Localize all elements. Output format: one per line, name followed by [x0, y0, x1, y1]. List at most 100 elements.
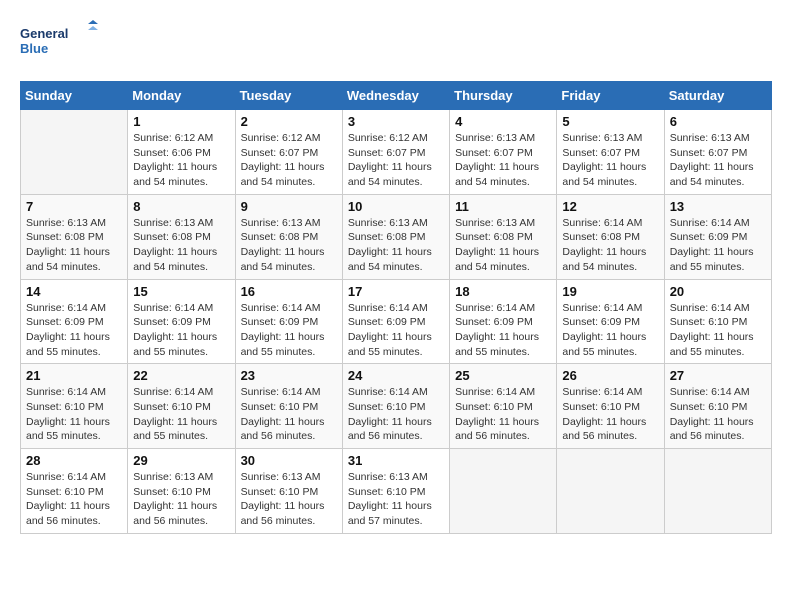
day-number: 25	[455, 368, 551, 383]
page-header: General Blue	[20, 20, 772, 65]
day-info: Sunrise: 6:14 AM Sunset: 6:09 PM Dayligh…	[133, 301, 229, 360]
weekday-header-thursday: Thursday	[450, 82, 557, 110]
day-info: Sunrise: 6:14 AM Sunset: 6:10 PM Dayligh…	[670, 301, 766, 360]
calendar-cell: 31 Sunrise: 6:13 AM Sunset: 6:10 PM Dayl…	[342, 449, 449, 534]
calendar-cell	[21, 110, 128, 195]
calendar-cell: 6 Sunrise: 6:13 AM Sunset: 6:07 PM Dayli…	[664, 110, 771, 195]
day-info: Sunrise: 6:14 AM Sunset: 6:09 PM Dayligh…	[26, 301, 122, 360]
day-info: Sunrise: 6:14 AM Sunset: 6:10 PM Dayligh…	[133, 385, 229, 444]
day-info: Sunrise: 6:13 AM Sunset: 6:08 PM Dayligh…	[26, 216, 122, 275]
svg-text:Blue: Blue	[20, 41, 48, 56]
calendar-cell: 20 Sunrise: 6:14 AM Sunset: 6:10 PM Dayl…	[664, 279, 771, 364]
day-info: Sunrise: 6:13 AM Sunset: 6:08 PM Dayligh…	[241, 216, 337, 275]
day-info: Sunrise: 6:14 AM Sunset: 6:10 PM Dayligh…	[26, 385, 122, 444]
calendar-cell: 3 Sunrise: 6:12 AM Sunset: 6:07 PM Dayli…	[342, 110, 449, 195]
day-number: 20	[670, 284, 766, 299]
day-number: 3	[348, 114, 444, 129]
calendar-cell	[664, 449, 771, 534]
day-number: 13	[670, 199, 766, 214]
day-info: Sunrise: 6:13 AM Sunset: 6:10 PM Dayligh…	[348, 470, 444, 529]
day-number: 16	[241, 284, 337, 299]
calendar-cell: 25 Sunrise: 6:14 AM Sunset: 6:10 PM Dayl…	[450, 364, 557, 449]
day-number: 5	[562, 114, 658, 129]
calendar-cell: 8 Sunrise: 6:13 AM Sunset: 6:08 PM Dayli…	[128, 194, 235, 279]
day-info: Sunrise: 6:14 AM Sunset: 6:10 PM Dayligh…	[670, 385, 766, 444]
day-info: Sunrise: 6:14 AM Sunset: 6:10 PM Dayligh…	[562, 385, 658, 444]
svg-text:General: General	[20, 26, 68, 41]
day-info: Sunrise: 6:14 AM Sunset: 6:09 PM Dayligh…	[562, 301, 658, 360]
calendar-cell: 5 Sunrise: 6:13 AM Sunset: 6:07 PM Dayli…	[557, 110, 664, 195]
calendar-cell: 14 Sunrise: 6:14 AM Sunset: 6:09 PM Dayl…	[21, 279, 128, 364]
day-number: 4	[455, 114, 551, 129]
day-number: 24	[348, 368, 444, 383]
weekday-header-tuesday: Tuesday	[235, 82, 342, 110]
calendar-cell: 4 Sunrise: 6:13 AM Sunset: 6:07 PM Dayli…	[450, 110, 557, 195]
day-number: 29	[133, 453, 229, 468]
day-number: 6	[670, 114, 766, 129]
day-number: 18	[455, 284, 551, 299]
calendar-cell: 21 Sunrise: 6:14 AM Sunset: 6:10 PM Dayl…	[21, 364, 128, 449]
day-info: Sunrise: 6:13 AM Sunset: 6:10 PM Dayligh…	[241, 470, 337, 529]
day-number: 14	[26, 284, 122, 299]
calendar-cell: 28 Sunrise: 6:14 AM Sunset: 6:10 PM Dayl…	[21, 449, 128, 534]
day-info: Sunrise: 6:14 AM Sunset: 6:09 PM Dayligh…	[455, 301, 551, 360]
day-info: Sunrise: 6:13 AM Sunset: 6:07 PM Dayligh…	[562, 131, 658, 190]
day-info: Sunrise: 6:13 AM Sunset: 6:08 PM Dayligh…	[133, 216, 229, 275]
day-number: 9	[241, 199, 337, 214]
day-number: 1	[133, 114, 229, 129]
calendar-cell: 12 Sunrise: 6:14 AM Sunset: 6:08 PM Dayl…	[557, 194, 664, 279]
calendar-cell: 7 Sunrise: 6:13 AM Sunset: 6:08 PM Dayli…	[21, 194, 128, 279]
day-number: 23	[241, 368, 337, 383]
weekday-header-monday: Monday	[128, 82, 235, 110]
logo: General Blue	[20, 20, 100, 65]
day-number: 11	[455, 199, 551, 214]
day-info: Sunrise: 6:13 AM Sunset: 6:08 PM Dayligh…	[348, 216, 444, 275]
day-number: 7	[26, 199, 122, 214]
calendar-cell: 23 Sunrise: 6:14 AM Sunset: 6:10 PM Dayl…	[235, 364, 342, 449]
weekday-header-wednesday: Wednesday	[342, 82, 449, 110]
calendar-cell: 27 Sunrise: 6:14 AM Sunset: 6:10 PM Dayl…	[664, 364, 771, 449]
calendar-cell: 18 Sunrise: 6:14 AM Sunset: 6:09 PM Dayl…	[450, 279, 557, 364]
day-info: Sunrise: 6:12 AM Sunset: 6:07 PM Dayligh…	[348, 131, 444, 190]
calendar-cell: 30 Sunrise: 6:13 AM Sunset: 6:10 PM Dayl…	[235, 449, 342, 534]
day-info: Sunrise: 6:12 AM Sunset: 6:07 PM Dayligh…	[241, 131, 337, 190]
weekday-header-friday: Friday	[557, 82, 664, 110]
weekday-header-saturday: Saturday	[664, 82, 771, 110]
day-info: Sunrise: 6:14 AM Sunset: 6:10 PM Dayligh…	[241, 385, 337, 444]
day-info: Sunrise: 6:14 AM Sunset: 6:10 PM Dayligh…	[455, 385, 551, 444]
calendar-cell: 1 Sunrise: 6:12 AM Sunset: 6:06 PM Dayli…	[128, 110, 235, 195]
day-number: 15	[133, 284, 229, 299]
calendar-cell: 11 Sunrise: 6:13 AM Sunset: 6:08 PM Dayl…	[450, 194, 557, 279]
general-blue-logo: General Blue	[20, 20, 100, 65]
calendar-cell: 22 Sunrise: 6:14 AM Sunset: 6:10 PM Dayl…	[128, 364, 235, 449]
calendar-cell: 26 Sunrise: 6:14 AM Sunset: 6:10 PM Dayl…	[557, 364, 664, 449]
day-number: 2	[241, 114, 337, 129]
day-number: 10	[348, 199, 444, 214]
day-number: 22	[133, 368, 229, 383]
day-number: 17	[348, 284, 444, 299]
day-number: 26	[562, 368, 658, 383]
calendar-cell: 13 Sunrise: 6:14 AM Sunset: 6:09 PM Dayl…	[664, 194, 771, 279]
calendar-cell: 24 Sunrise: 6:14 AM Sunset: 6:10 PM Dayl…	[342, 364, 449, 449]
calendar-cell: 17 Sunrise: 6:14 AM Sunset: 6:09 PM Dayl…	[342, 279, 449, 364]
day-info: Sunrise: 6:14 AM Sunset: 6:09 PM Dayligh…	[670, 216, 766, 275]
calendar-cell: 10 Sunrise: 6:13 AM Sunset: 6:08 PM Dayl…	[342, 194, 449, 279]
day-number: 28	[26, 453, 122, 468]
calendar-cell	[557, 449, 664, 534]
day-info: Sunrise: 6:13 AM Sunset: 6:07 PM Dayligh…	[455, 131, 551, 190]
day-info: Sunrise: 6:14 AM Sunset: 6:08 PM Dayligh…	[562, 216, 658, 275]
day-info: Sunrise: 6:13 AM Sunset: 6:08 PM Dayligh…	[455, 216, 551, 275]
calendar-cell: 15 Sunrise: 6:14 AM Sunset: 6:09 PM Dayl…	[128, 279, 235, 364]
day-info: Sunrise: 6:14 AM Sunset: 6:10 PM Dayligh…	[348, 385, 444, 444]
day-number: 12	[562, 199, 658, 214]
calendar-cell: 29 Sunrise: 6:13 AM Sunset: 6:10 PM Dayl…	[128, 449, 235, 534]
day-info: Sunrise: 6:13 AM Sunset: 6:07 PM Dayligh…	[670, 131, 766, 190]
day-info: Sunrise: 6:14 AM Sunset: 6:09 PM Dayligh…	[241, 301, 337, 360]
calendar-cell: 9 Sunrise: 6:13 AM Sunset: 6:08 PM Dayli…	[235, 194, 342, 279]
day-info: Sunrise: 6:14 AM Sunset: 6:09 PM Dayligh…	[348, 301, 444, 360]
day-info: Sunrise: 6:13 AM Sunset: 6:10 PM Dayligh…	[133, 470, 229, 529]
calendar-cell	[450, 449, 557, 534]
day-number: 8	[133, 199, 229, 214]
day-number: 27	[670, 368, 766, 383]
day-number: 31	[348, 453, 444, 468]
